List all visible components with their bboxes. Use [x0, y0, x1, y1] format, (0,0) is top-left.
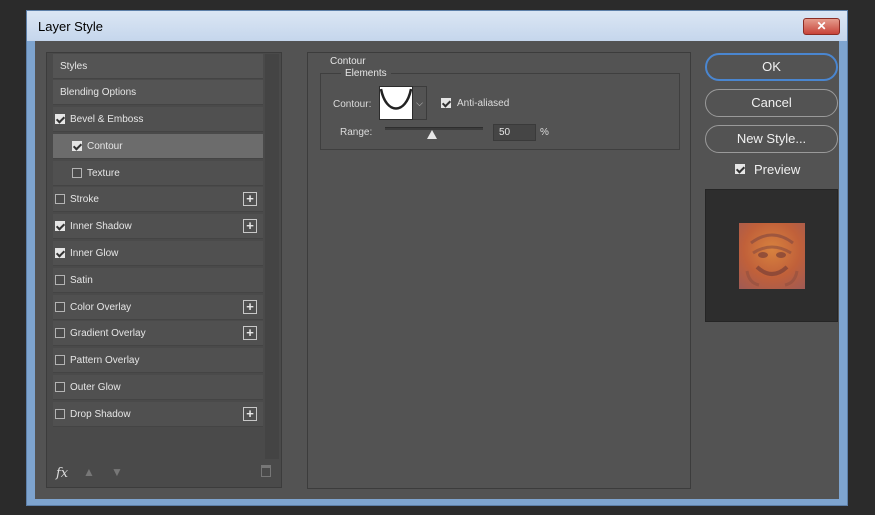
move-down-icon[interactable]: ▼ — [111, 465, 123, 479]
dialog-title: Layer Style — [38, 19, 104, 34]
style-item-label: Contour — [87, 141, 123, 152]
style-item-checkbox[interactable] — [55, 248, 65, 258]
anti-aliased-checkbox[interactable] — [441, 98, 451, 108]
style-item-inner-glow[interactable]: Inner Glow — [53, 241, 263, 266]
contour-label: Contour: — [333, 99, 372, 110]
style-item-texture[interactable]: Texture — [53, 161, 263, 186]
preview-label: Preview — [754, 162, 801, 177]
style-item-label: Inner Glow — [70, 248, 119, 259]
list-scrollbar[interactable] — [265, 54, 279, 459]
styles-header-label: Styles — [60, 61, 88, 72]
style-item-checkbox[interactable] — [55, 302, 65, 312]
cancel-button[interactable]: Cancel — [705, 89, 838, 117]
preview-face-image — [745, 233, 799, 287]
styles-list-toolbar: fx ▲ ▼ — [47, 461, 281, 487]
style-item-label: Outer Glow — [70, 382, 121, 393]
contour-dropdown[interactable]: ⌵ — [413, 86, 427, 120]
style-item-checkbox[interactable] — [55, 194, 65, 204]
style-item-contour[interactable]: Contour — [53, 134, 263, 159]
add-instance-icon[interactable]: + — [243, 300, 257, 314]
style-item-label: Satin — [70, 275, 93, 286]
style-item-label: Inner Shadow — [70, 221, 132, 232]
style-item-label: Texture — [87, 168, 120, 179]
styles-header[interactable]: Styles — [53, 54, 263, 79]
style-item-checkbox[interactable] — [55, 382, 65, 392]
fx-menu-button[interactable]: fx — [56, 466, 68, 481]
close-button[interactable]: ✕ — [803, 18, 840, 35]
elements-group: Elements Contour: ⌵ Anti-aliased Range: … — [320, 68, 680, 150]
move-up-icon[interactable]: ▲ — [83, 465, 95, 479]
style-item-stroke[interactable]: Stroke + — [53, 187, 263, 212]
style-item-bevel-emboss[interactable]: Bevel & Emboss — [53, 107, 263, 132]
style-item-checkbox[interactable] — [55, 409, 65, 419]
add-instance-icon[interactable]: + — [243, 219, 257, 233]
preview-checkbox[interactable] — [735, 164, 745, 174]
styles-list-panel: Styles Blending Options Bevel & Emboss Co… — [46, 52, 282, 488]
style-item-checkbox[interactable] — [55, 221, 65, 231]
range-slider-thumb[interactable] — [427, 130, 437, 139]
elements-title: Elements — [341, 68, 391, 79]
style-item-label: Color Overlay — [70, 302, 132, 313]
contour-curve-thumbnail[interactable] — [379, 86, 413, 120]
style-preview — [705, 189, 838, 322]
ok-button[interactable]: OK — [705, 53, 838, 81]
dialog-body: Styles Blending Options Bevel & Emboss Co… — [35, 41, 839, 499]
style-item-gradient-overlay[interactable]: Gradient Overlay + — [53, 321, 263, 346]
chevron-down-icon: ⌵ — [416, 98, 423, 108]
style-item-drop-shadow[interactable]: Drop Shadow + — [53, 402, 263, 427]
style-item-checkbox[interactable] — [55, 275, 65, 285]
group-title: Contour — [330, 56, 366, 67]
range-unit: % — [540, 127, 549, 138]
title-bar[interactable]: Layer Style ✕ — [27, 11, 847, 41]
layer-style-dialog: Layer Style ✕ Styles Blending Options Be… — [26, 10, 848, 506]
blending-options-item[interactable]: Blending Options — [53, 80, 263, 105]
style-item-checkbox[interactable] — [72, 141, 82, 151]
range-input[interactable]: 50 — [493, 124, 536, 141]
style-item-color-overlay[interactable]: Color Overlay + — [53, 295, 263, 320]
style-item-checkbox[interactable] — [72, 168, 82, 178]
style-item-outer-glow[interactable]: Outer Glow — [53, 375, 263, 400]
new-style-button[interactable]: New Style... — [705, 125, 838, 153]
preview-swatch — [739, 223, 805, 289]
style-item-label: Gradient Overlay — [70, 328, 146, 339]
contour-curve-icon — [379, 87, 413, 119]
add-instance-icon[interactable]: + — [243, 192, 257, 206]
blending-options-label: Blending Options — [60, 87, 137, 98]
add-instance-icon[interactable]: + — [243, 407, 257, 421]
style-item-inner-shadow[interactable]: Inner Shadow + — [53, 214, 263, 239]
anti-aliased-label: Anti-aliased — [457, 98, 510, 109]
style-item-pattern-overlay[interactable]: Pattern Overlay — [53, 348, 263, 373]
style-item-label: Pattern Overlay — [70, 355, 140, 366]
style-item-checkbox[interactable] — [55, 328, 65, 338]
add-instance-icon[interactable]: + — [243, 326, 257, 340]
contour-settings-panel: Contour Elements Contour: ⌵ Anti-aliased… — [307, 52, 691, 489]
style-item-checkbox[interactable] — [55, 114, 65, 124]
style-item-satin[interactable]: Satin — [53, 268, 263, 293]
range-label: Range: — [340, 127, 373, 138]
style-item-label: Bevel & Emboss — [70, 114, 144, 125]
style-item-label: Drop Shadow — [70, 409, 131, 420]
style-item-label: Stroke — [70, 194, 99, 205]
trash-icon[interactable] — [261, 465, 271, 477]
style-item-checkbox[interactable] — [55, 355, 65, 365]
